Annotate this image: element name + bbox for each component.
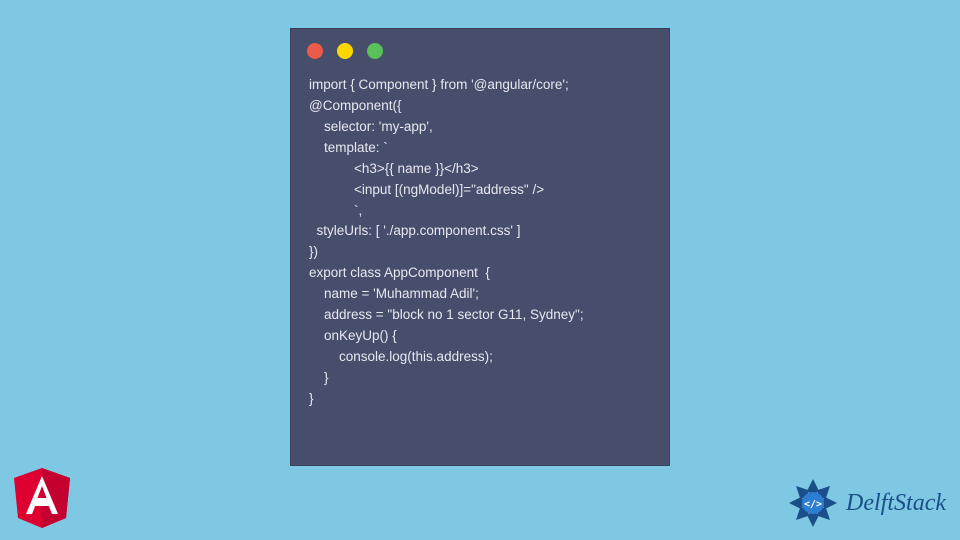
code-window: import { Component } from '@angular/core… [290,28,670,466]
angular-logo-icon [14,468,70,528]
delftstack-logo: </> DelftStack [786,476,946,530]
maximize-dot-icon [367,43,383,59]
code-block: import { Component } from '@angular/core… [291,67,669,426]
svg-text:</>: </> [804,499,822,510]
delftstack-label: DelftStack [846,490,946,517]
close-dot-icon [307,43,323,59]
minimize-dot-icon [337,43,353,59]
traffic-lights [291,29,669,67]
delftstack-badge-icon: </> [786,476,840,530]
